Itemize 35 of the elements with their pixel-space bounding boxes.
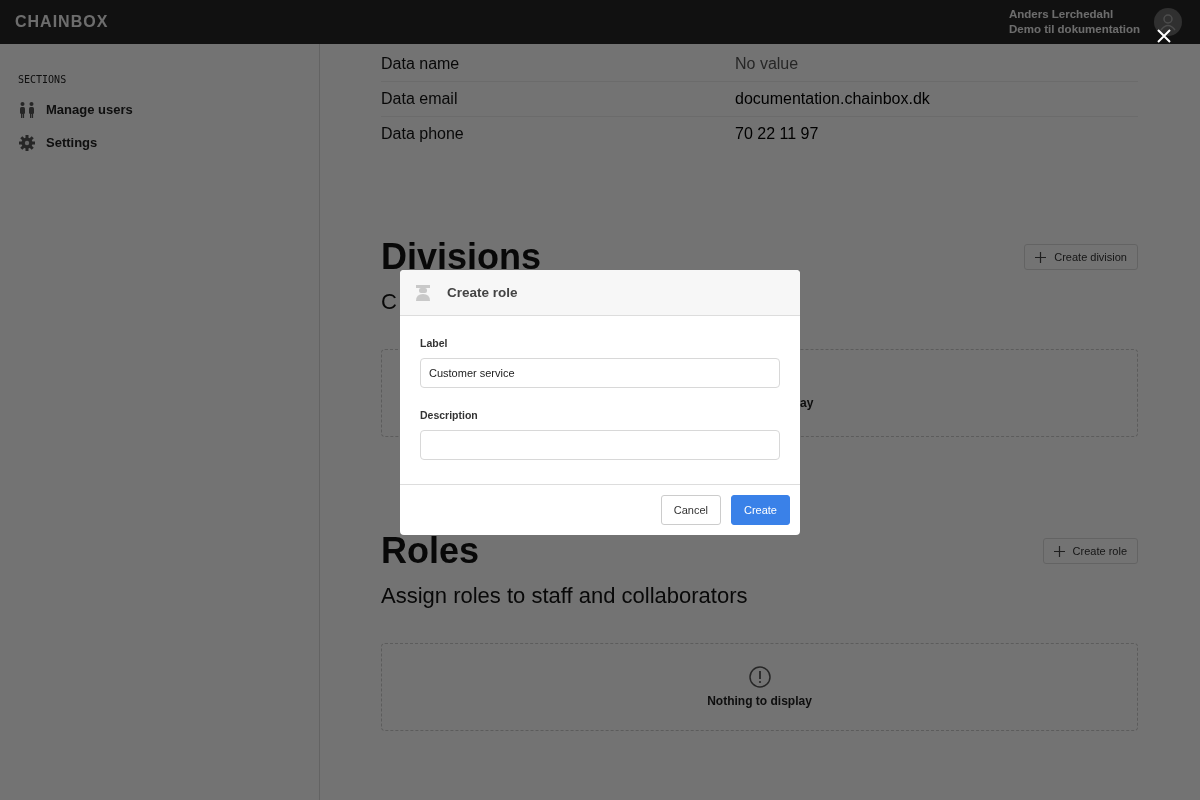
input-field[interactable] [420,430,780,460]
graduate-icon [415,284,431,301]
field-label: Description [420,409,479,421]
section-title: Roles [381,533,480,569]
plus-icon [1035,251,1047,263]
section-title: Divisions [381,239,542,275]
sidebar-item[interactable]: Settings [18,126,301,159]
logo: CHAINBOX [15,13,109,31]
detail-value: 70 22 11 97 [735,125,819,143]
input-field[interactable]: Customer service [420,358,780,388]
create-button[interactable]: Create division [1024,244,1138,270]
section-subtitle: Assign roles to staff and collaborators [381,583,748,609]
empty-state-text: Nothing to display [707,694,812,708]
empty-state-text: ay [800,396,814,410]
create-button[interactable]: Create role [1042,538,1138,564]
detail-label: Data email [381,90,459,108]
field-label: Label [420,337,449,349]
users-icon [18,100,36,119]
detail-label: Data phone [381,125,465,143]
close-icon[interactable] [1157,29,1171,43]
detail-label: Data name [381,55,461,73]
dialog-title: Create role [447,285,518,300]
warning-icon [748,666,771,688]
section-subtitle: C [381,289,397,315]
sidebar-heading: SECTIONS [18,74,68,85]
plus-icon [1053,545,1065,557]
user-name: Anders Lerchedahl [1009,7,1115,22]
cancel-button[interactable]: Cancel [660,495,721,525]
sidebar-item[interactable]: Manage users [18,93,301,126]
user-organization: Demo til dokumentation [1009,22,1140,37]
create-button[interactable]: Create [730,495,790,525]
detail-value: documentation.chainbox.dk [735,90,930,108]
detail-value: No value [735,55,799,73]
avatar-icon[interactable] [1154,8,1182,36]
gear-icon [18,133,36,152]
